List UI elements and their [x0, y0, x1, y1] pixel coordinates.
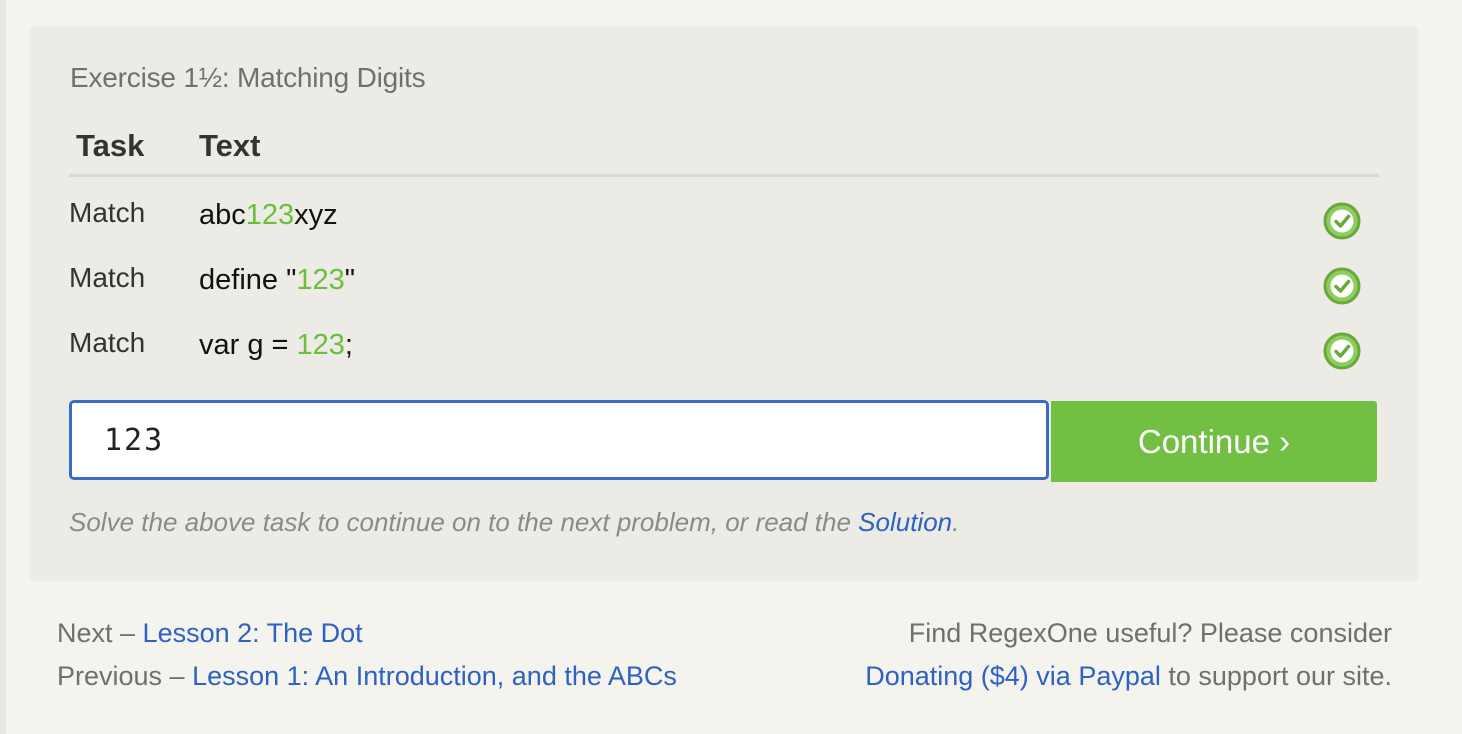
- task-label: Match: [69, 262, 146, 293]
- lesson-navigation: Next – Lesson 2: The Dot Previous – Less…: [57, 612, 677, 698]
- previous-prefix: Previous –: [57, 661, 193, 691]
- donate-line: Donating ($4) via Paypal to support our …: [772, 655, 1392, 698]
- continue-button[interactable]: Continue ›: [1051, 401, 1377, 482]
- matched-text: 123: [296, 329, 345, 361]
- exercise-title: Exercise 1½: Matching Digits: [70, 62, 426, 93]
- next-lesson-link[interactable]: Lesson 2: The Dot: [143, 618, 363, 648]
- task-text: var g = 123;: [199, 329, 353, 362]
- task-column-header: Task: [76, 128, 145, 163]
- text-column-header: Text: [199, 128, 261, 163]
- regex-answer-input[interactable]: [69, 400, 1049, 480]
- matched-text: 123: [296, 264, 345, 296]
- check-icon: [1323, 267, 1361, 305]
- hint-suffix: .: [952, 507, 960, 537]
- hint-prefix: Solve the above task to continue on to t…: [69, 507, 859, 537]
- task-label: Match: [69, 197, 146, 228]
- text-before-match: define ": [199, 264, 297, 296]
- task-label: Match: [69, 327, 146, 358]
- text-before-match: abc: [199, 199, 246, 231]
- solution-link[interactable]: Solution: [858, 507, 952, 537]
- check-icon: [1323, 332, 1361, 370]
- page-left-edge: [0, 0, 6, 734]
- text-after-match: xyz: [294, 199, 338, 231]
- text-after-match: ": [344, 264, 356, 296]
- check-icon: [1323, 202, 1361, 240]
- header-divider: [69, 174, 1379, 177]
- matched-text: 123: [245, 199, 295, 231]
- donate-paypal-link[interactable]: Donating ($4) via Paypal: [865, 661, 1161, 691]
- previous-lesson-link[interactable]: Lesson 1: An Introduction, and the ABCs: [192, 661, 677, 691]
- donate-prefix: Find RegexOne useful? Please consider: [908, 618, 1392, 648]
- next-prefix: Next –: [57, 618, 143, 648]
- task-row: Match var g = 123;: [69, 323, 1379, 371]
- task-text: abc123xyz: [199, 199, 338, 232]
- task-text: define "123": [199, 264, 355, 297]
- text-before-match: var g =: [199, 329, 297, 361]
- previous-lesson: Previous – Lesson 1: An Introduction, an…: [57, 655, 677, 698]
- text-after-match: ;: [344, 329, 353, 361]
- exercise-panel: Exercise 1½: Matching Digits Task Text M…: [30, 26, 1418, 581]
- hint-text: Solve the above task to continue on to t…: [69, 507, 959, 538]
- donation-note: Find RegexOne useful? Please consider Do…: [772, 612, 1392, 698]
- task-row: Match abc123xyz: [69, 193, 1379, 241]
- next-lesson: Next – Lesson 2: The Dot: [57, 612, 677, 655]
- task-row: Match define "123": [69, 258, 1379, 306]
- donate-suffix: to support our site.: [1160, 661, 1392, 691]
